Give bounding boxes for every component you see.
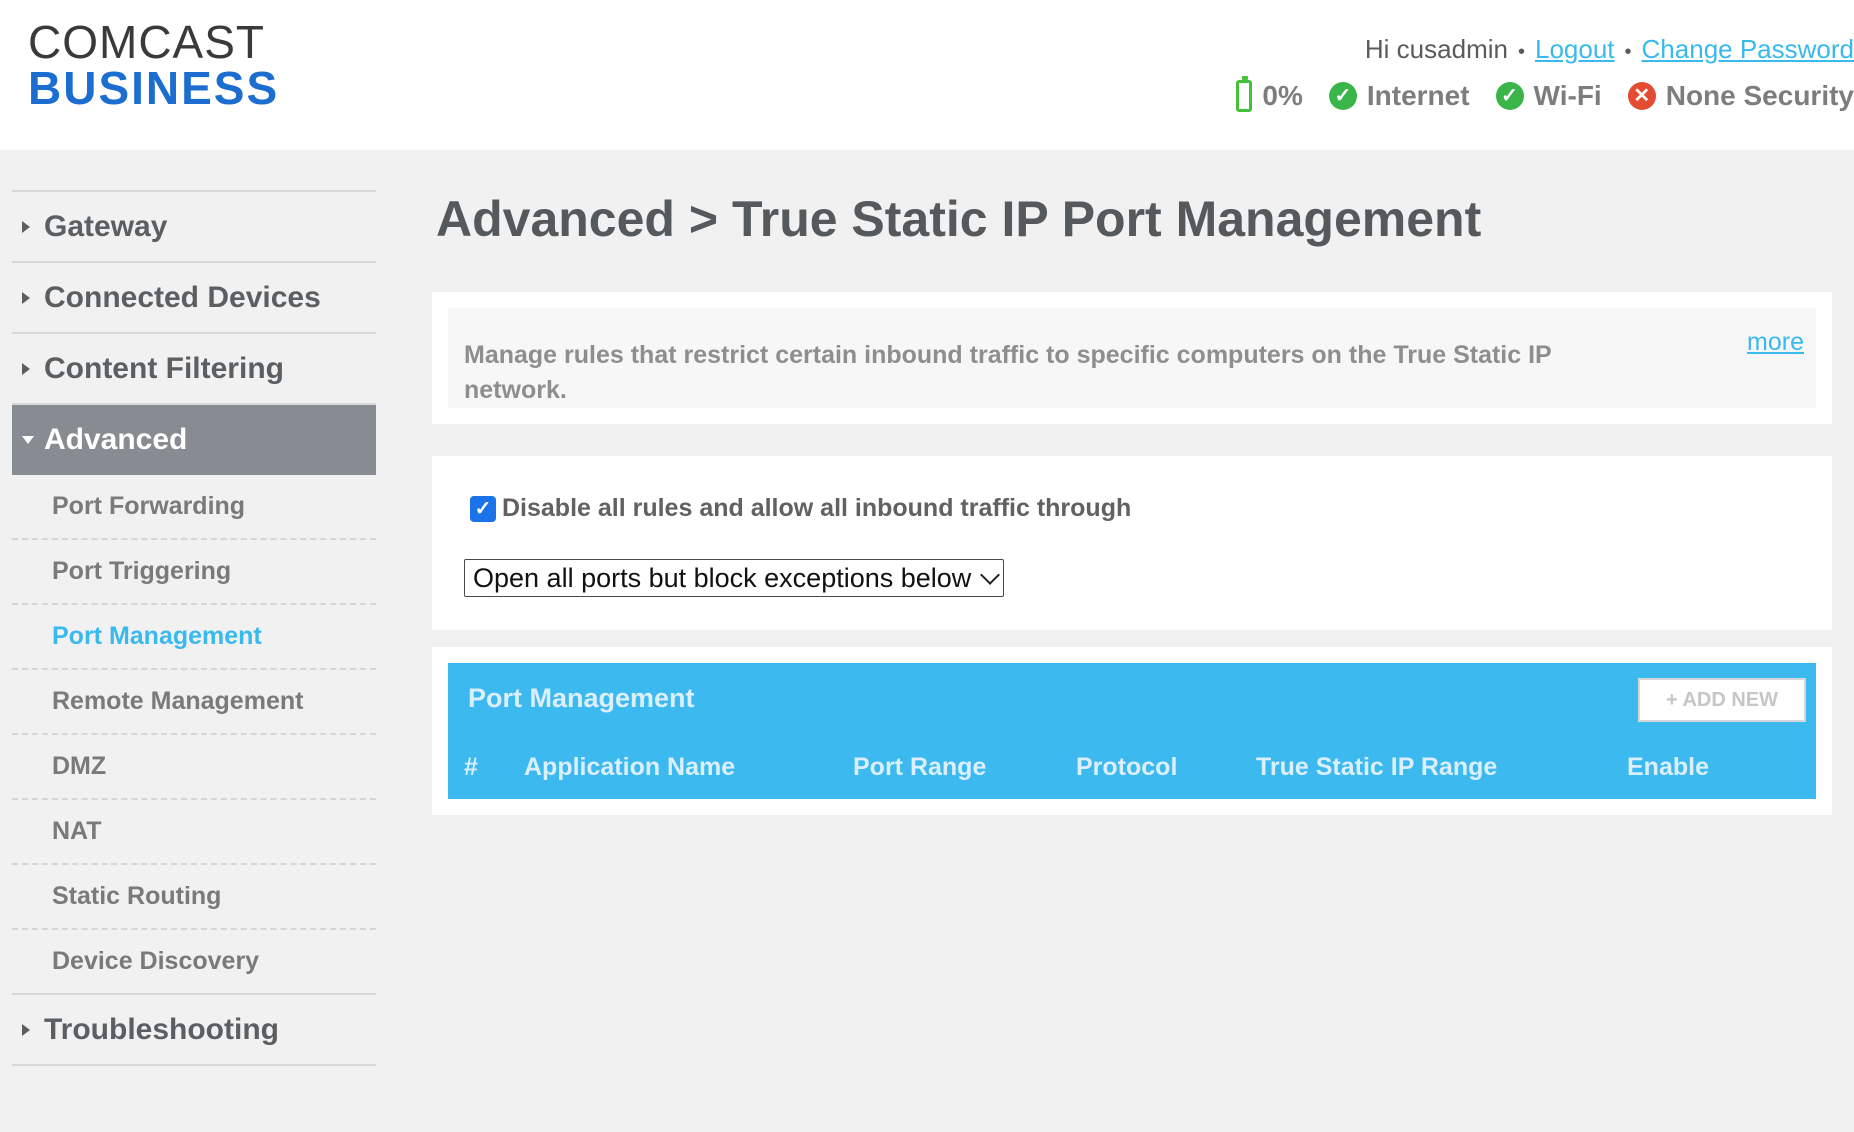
column-header-port-range: Port Range (853, 753, 987, 781)
user-bar: Hi cusadmin • Logout • Change Password (1365, 34, 1854, 65)
sidebar-item-gateway[interactable]: Gateway (12, 192, 376, 263)
description-box: Manage rules that restrict certain inbou… (448, 308, 1816, 408)
disable-rules-label[interactable]: Disable all rules and allow all inbound … (502, 494, 1131, 523)
more-link[interactable]: more (1747, 328, 1804, 357)
triangle-right-icon (22, 1023, 30, 1036)
check-circle-icon: ✓ (1495, 82, 1524, 110)
sidebar-subitem-nat[interactable]: NAT (12, 800, 376, 865)
column-header-protocol: Protocol (1076, 753, 1178, 781)
port-mode-select[interactable]: Open all ports but block exceptions belo… (464, 559, 1004, 597)
wifi-label: Wi-Fi (1533, 80, 1602, 111)
disable-rules-checkbox[interactable]: ✓ (470, 495, 496, 522)
column-header-enable: Enable (1627, 753, 1709, 781)
column-header-number: # (464, 753, 478, 781)
sidebar-item-label: Gateway (44, 209, 168, 243)
check-circle-icon: ✓ (1328, 82, 1357, 110)
sidebar-subitem-port-forwarding[interactable]: Port Forwarding (12, 475, 376, 540)
sidebar-item-connected-devices[interactable]: Connected Devices (12, 263, 376, 334)
sidebar-item-troubleshooting[interactable]: Troubleshooting (12, 995, 376, 1066)
greeting: Hi cusadmin (1364, 34, 1508, 64)
triangle-down-icon (22, 436, 34, 444)
page-title: Advanced > True Static IP Port Managemen… (436, 191, 1482, 247)
controls-panel: ✓ Disable all rules and allow all inboun… (432, 456, 1832, 630)
internet-status: ✓ Internet (1328, 80, 1470, 112)
sidebar-subitem-remote-management[interactable]: Remote Management (12, 670, 376, 735)
security-label: None Security (1665, 80, 1854, 111)
logout-link[interactable]: Logout (1535, 34, 1615, 64)
change-password-link[interactable]: Change Password (1642, 34, 1854, 64)
internet-label: Internet (1366, 80, 1470, 111)
port-management-table-panel: Port Management + ADD NEW # Application … (432, 647, 1832, 815)
sidebar-subitem-port-triggering[interactable]: Port Triggering (12, 540, 376, 605)
logo-line2: BUSINESS (28, 62, 280, 114)
table-title: Port Management (468, 683, 695, 713)
battery-status: 0% (1236, 76, 1303, 112)
separator: • (1517, 41, 1525, 63)
logo-line1: COMCAST (28, 16, 265, 68)
sidebar-item-content-filtering[interactable]: Content Filtering (12, 334, 376, 405)
column-header-application-name: Application Name (524, 753, 736, 781)
security-status: ✕ None Security (1627, 80, 1854, 112)
column-header-true-static-ip-range: True Static IP Range (1256, 753, 1498, 781)
description-text: Manage rules that restrict certain inbou… (464, 341, 1552, 404)
battery-icon (1236, 76, 1253, 112)
triangle-right-icon (22, 291, 30, 304)
sidebar-item-advanced[interactable]: Advanced (12, 405, 376, 475)
table-header: Port Management + ADD NEW # Application … (448, 663, 1816, 799)
sidebar-subitem-port-management[interactable]: Port Management (12, 605, 376, 670)
disable-rules-row: ✓ Disable all rules and allow all inboun… (470, 494, 1131, 523)
header: COMCAST BUSINESS Hi cusadmin • Logout • Chan… (0, 0, 1854, 150)
triangle-right-icon (22, 220, 30, 233)
sidebar-item-label: Content Filtering (44, 351, 284, 385)
separator: • (1624, 41, 1632, 63)
triangle-right-icon (22, 362, 30, 375)
comcast-business-logo[interactable]: COMCAST BUSINESS (28, 16, 280, 114)
description-panel: Manage rules that restrict certain inbou… (432, 292, 1832, 424)
sidebar-subitem-static-routing[interactable]: Static Routing (12, 865, 376, 930)
chevron-down-icon (980, 565, 1000, 585)
status-bar: 0% ✓ Internet ✓ Wi-Fi ✕ None Security (1210, 76, 1854, 112)
sidebar-subitem-dmz[interactable]: DMZ (12, 735, 376, 800)
sidebar-nav: Gateway Connected Devices Content Filter… (12, 190, 376, 1066)
x-circle-icon: ✕ (1627, 82, 1656, 110)
sidebar-subitem-device-discovery[interactable]: Device Discovery (12, 930, 376, 995)
add-new-button[interactable]: + ADD NEW (1638, 678, 1806, 722)
sidebar-item-label: Troubleshooting (44, 1012, 279, 1046)
port-mode-selected-value: Open all ports but block exceptions belo… (473, 562, 972, 593)
sidebar-item-label: Connected Devices (44, 280, 321, 314)
wifi-status: ✓ Wi-Fi (1495, 80, 1602, 112)
battery-value: 0% (1262, 80, 1303, 111)
sidebar-item-label: Advanced (44, 423, 188, 456)
